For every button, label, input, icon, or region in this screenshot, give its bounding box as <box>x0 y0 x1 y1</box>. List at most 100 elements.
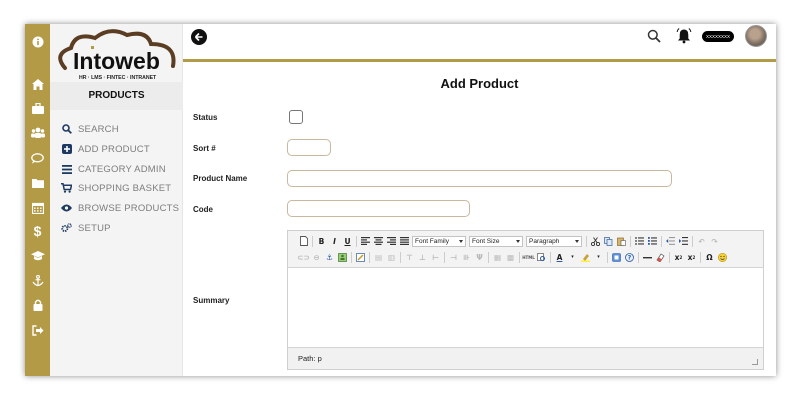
logo-tagline: HR · LMS · FINTEC · INTRANET <box>79 75 157 81</box>
superscript-icon[interactable]: x2 <box>686 252 697 263</box>
anchor-icon[interactable] <box>25 272 50 290</box>
align-left-icon[interactable] <box>360 236 371 247</box>
underline-icon[interactable]: U <box>342 236 353 247</box>
menu-item-label: BROWSE PRODUCTS <box>78 202 180 214</box>
global-search-button[interactable] <box>647 29 661 43</box>
subscript-icon[interactable]: x2 <box>673 252 684 263</box>
separator <box>312 235 313 247</box>
side-menu: Intoweb HR · LMS · FINTEC · INTRANET PRO… <box>50 24 183 376</box>
graduation-cap-icon[interactable] <box>25 247 50 265</box>
menu-item-label: SEARCH <box>78 123 119 135</box>
lock-icon[interactable] <box>25 296 50 314</box>
help-icon[interactable]: ? <box>624 252 635 263</box>
outdent-icon[interactable] <box>665 236 676 247</box>
chat-icon[interactable] <box>25 149 50 167</box>
font-family-select[interactable]: Font Family <box>412 235 466 247</box>
highlight-dropdown-icon[interactable]: ▾ <box>593 252 604 263</box>
code-label: Code <box>193 205 213 214</box>
menu-item-label: CATEGORY ADMIN <box>78 163 166 175</box>
sort-input[interactable] <box>287 139 331 156</box>
plus-square-icon <box>61 144 72 155</box>
summary-editor: B I U Font Family Font Size Paragraph ↶ … <box>287 230 764 370</box>
summary-text-area[interactable] <box>288 268 763 347</box>
horizontal-rule-icon[interactable] <box>642 252 653 263</box>
delete-col-icon[interactable]: Ψ <box>474 252 485 263</box>
bullet-list-icon[interactable] <box>634 236 645 247</box>
special-character-icon[interactable]: Ω <box>704 252 715 263</box>
format-select[interactable]: Paragraph <box>526 235 582 247</box>
back-button[interactable] <box>191 29 207 45</box>
menu-item-shopping-basket[interactable]: SHOPPING BASKET <box>61 180 171 196</box>
separator <box>638 251 639 263</box>
table-row-icon[interactable]: ▥ <box>386 252 397 263</box>
dollar-icon[interactable]: $ <box>25 222 50 240</box>
separator <box>661 235 662 247</box>
resize-handle[interactable] <box>752 359 758 365</box>
menu-item-setup[interactable]: SETUP <box>61 220 111 236</box>
col-after-icon[interactable]: ⊪ <box>461 252 472 263</box>
paste-text-icon[interactable] <box>611 252 622 263</box>
separator <box>607 251 608 263</box>
menu-item-category-admin[interactable]: CATEGORY ADMIN <box>61 161 166 177</box>
align-justify-icon[interactable] <box>399 236 410 247</box>
search-icon <box>61 124 72 135</box>
intoweb-logo[interactable]: Intoweb HR · LMS · FINTEC · INTRANET <box>55 26 180 82</box>
code-input[interactable] <box>287 200 470 217</box>
split-cells-icon[interactable]: ▦ <box>492 252 503 263</box>
row-after-icon[interactable]: ⊥ <box>417 252 428 263</box>
separator <box>356 235 357 247</box>
separator <box>351 251 352 263</box>
highlight-color-icon[interactable] <box>580 252 591 263</box>
sign-out-icon[interactable] <box>25 321 50 339</box>
undo-icon[interactable]: ↶ <box>696 236 707 247</box>
home-icon[interactable] <box>25 75 50 93</box>
separator <box>586 235 587 247</box>
status-checkbox[interactable] <box>289 110 303 124</box>
copy-icon[interactable] <box>603 236 614 247</box>
paste-icon[interactable] <box>616 236 627 247</box>
calendar-icon[interactable] <box>25 199 50 217</box>
align-center-icon[interactable] <box>373 236 384 247</box>
info-icon[interactable] <box>25 33 50 51</box>
merge-cells-icon[interactable]: ▩ <box>505 252 516 263</box>
col-before-icon[interactable]: ⊣ <box>448 252 459 263</box>
top-bar: ris XXXXXXXX <box>183 24 776 62</box>
separator <box>400 251 401 263</box>
redo-icon[interactable]: ↷ <box>709 236 720 247</box>
html-source-icon[interactable]: HTML <box>522 252 535 263</box>
emoticon-icon[interactable] <box>717 252 728 263</box>
row-before-icon[interactable]: ⊤ <box>404 252 415 263</box>
remove-format-icon[interactable] <box>655 252 666 263</box>
avatar[interactable] <box>745 25 767 47</box>
cut-icon[interactable] <box>590 236 601 247</box>
font-size-select[interactable]: Font Size <box>469 235 523 247</box>
product-name-input[interactable] <box>287 170 672 187</box>
menu-item-search[interactable]: SEARCH <box>61 121 119 137</box>
unlink-icon[interactable]: ⊖ <box>311 252 322 263</box>
menu-item-add-product[interactable]: ADD PRODUCT <box>61 141 150 157</box>
notifications-button[interactable] <box>676 28 692 44</box>
text-color-icon[interactable]: A <box>554 252 565 263</box>
anchor-icon[interactable]: ⚓ <box>324 252 335 263</box>
arrow-left-icon <box>194 32 203 42</box>
delete-row-icon[interactable]: ⊢ <box>430 252 441 263</box>
search-replace-icon[interactable] <box>536 252 547 263</box>
users-icon[interactable] <box>25 123 50 141</box>
bold-icon[interactable]: B <box>316 236 327 247</box>
numbered-list-icon[interactable] <box>647 236 658 247</box>
folder-icon[interactable] <box>25 174 50 192</box>
cleanup-icon[interactable] <box>355 252 366 263</box>
menu-item-browse-products[interactable]: BROWSE PRODUCTS <box>61 200 179 216</box>
text-color-dropdown-icon[interactable]: ▾ <box>567 252 578 263</box>
indent-icon[interactable] <box>678 236 689 247</box>
eye-icon <box>61 203 72 214</box>
table-icon[interactable]: ▤ <box>373 252 384 263</box>
briefcase-icon[interactable] <box>25 99 50 117</box>
svg-text:?: ? <box>628 254 632 261</box>
align-right-icon[interactable] <box>386 236 397 247</box>
italic-icon[interactable]: I <box>329 236 340 247</box>
link-icon[interactable]: ⊂⊃ <box>297 252 310 263</box>
separator <box>444 251 445 263</box>
image-icon[interactable] <box>337 252 348 263</box>
new-document-icon[interactable] <box>298 236 309 247</box>
